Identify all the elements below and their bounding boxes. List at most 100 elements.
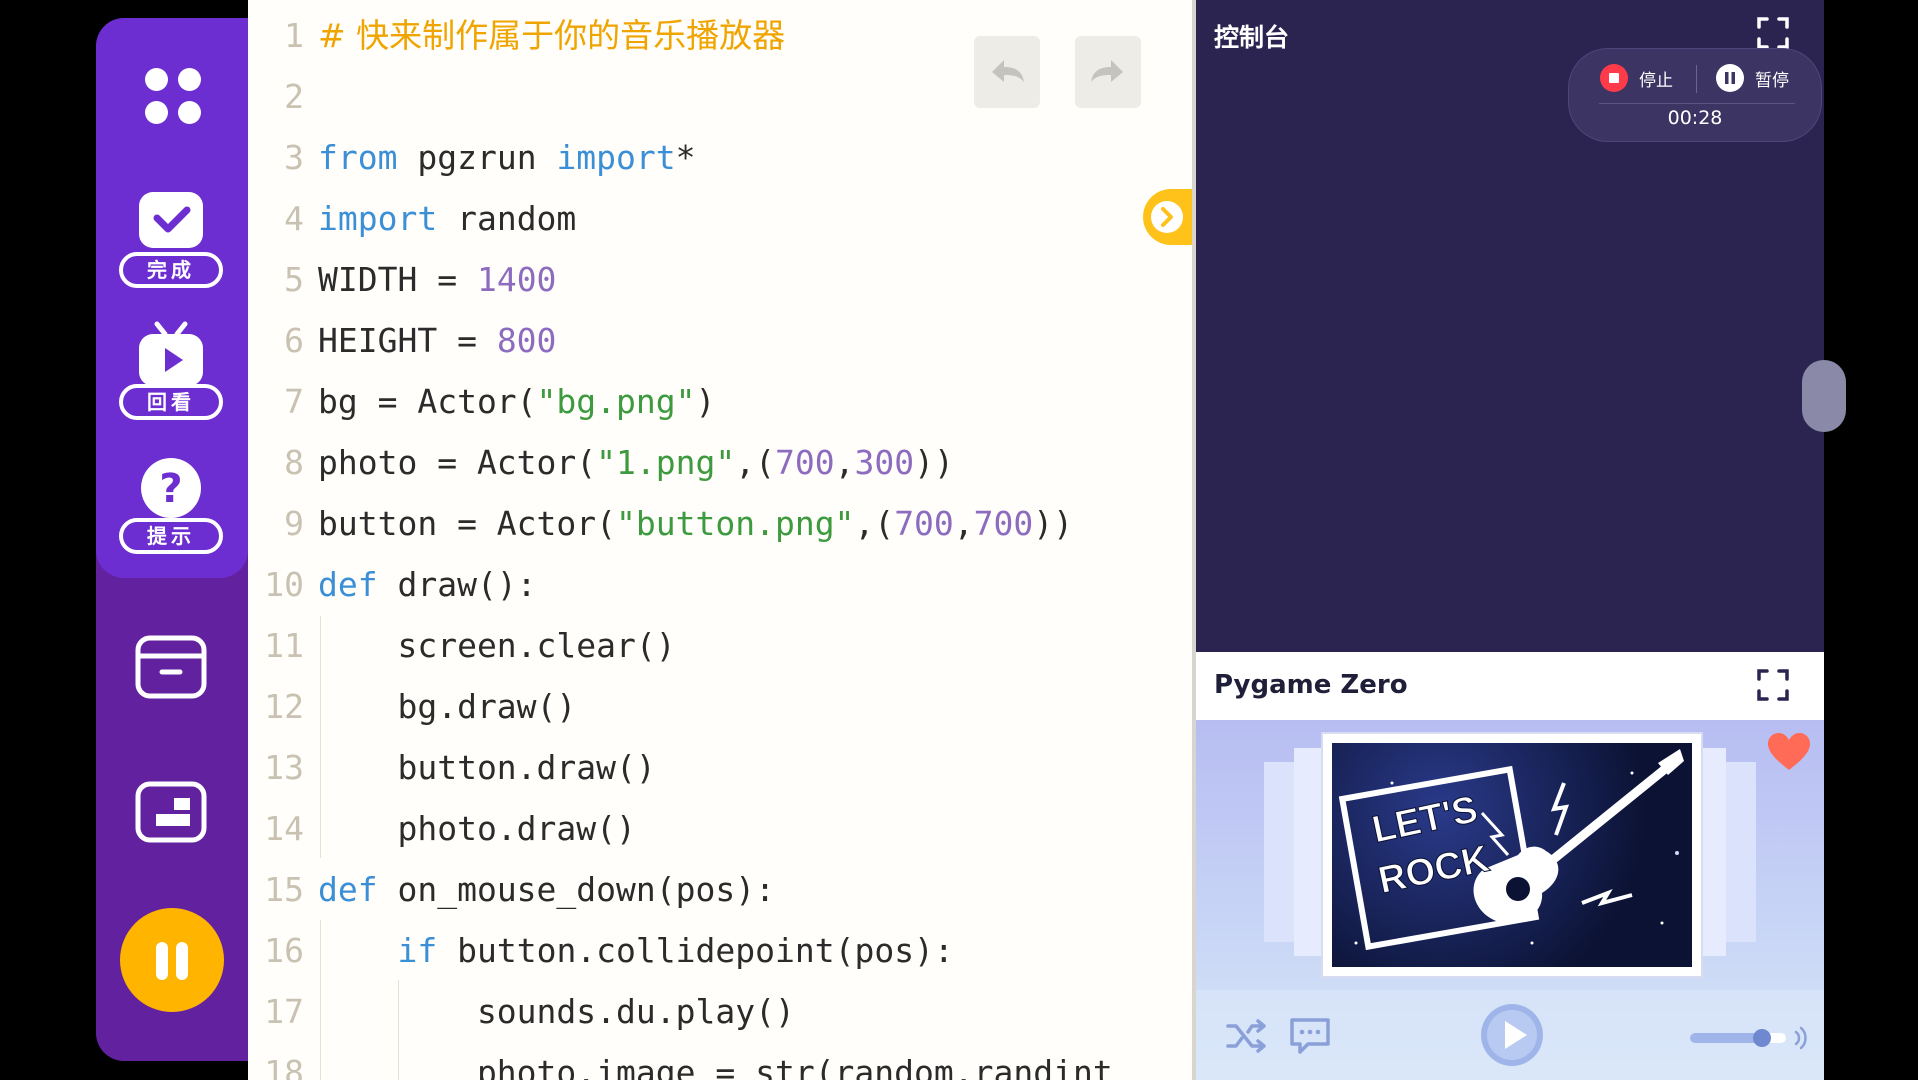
- code-line[interactable]: 14 photo.draw(): [248, 799, 1188, 859]
- play-icon[interactable]: [1479, 1002, 1545, 1068]
- code-line[interactable]: 5 WIDTH = 1400: [248, 250, 1188, 310]
- line-number: 6: [284, 321, 304, 360]
- pause-icon: [1716, 64, 1744, 92]
- complete-label: 完成: [119, 252, 223, 288]
- shuffle-icon[interactable]: [1224, 1016, 1268, 1056]
- box-icon[interactable]: [134, 632, 210, 702]
- collapse-editor-tab[interactable]: [1143, 189, 1193, 245]
- pause-button[interactable]: 暂停: [1715, 63, 1789, 93]
- code-line[interactable]: 17 sounds.du.play(): [248, 982, 1188, 1042]
- code-text: from pgzrun import*: [318, 138, 696, 177]
- line-number: 12: [264, 687, 304, 726]
- code-text: photo.draw(): [318, 809, 636, 848]
- code-line[interactable]: 18 photo.image = str(random.randint: [248, 1043, 1188, 1080]
- svg-text:?: ?: [159, 466, 182, 512]
- tv-play-icon: [139, 321, 203, 386]
- code-text: button = Actor("button.png",(700,700)): [318, 504, 1074, 543]
- left-sidebar: 完成 回看 ? 提示: [96, 18, 248, 1061]
- redo-icon: [1091, 60, 1123, 82]
- frame-decoration: [1294, 748, 1321, 956]
- console-panel: 控制台 停止 暂停 00:28: [1196, 0, 1846, 652]
- volume-icon[interactable]: [1792, 1026, 1812, 1050]
- code-line[interactable]: 10 def draw():: [248, 555, 1188, 615]
- replay-label: 回看: [119, 384, 223, 420]
- stop-label: 停止: [1639, 70, 1673, 91]
- code-line[interactable]: 6 HEIGHT = 800: [248, 311, 1188, 371]
- pause-label: 暂停: [1755, 70, 1789, 91]
- frame-decoration: [1264, 762, 1294, 942]
- code-text: screen.clear(): [318, 626, 676, 665]
- undo-icon: [992, 60, 1024, 82]
- album-guitar-art: [1338, 749, 1684, 951]
- line-number: 4: [284, 199, 304, 238]
- run-timer: 00:28: [1667, 107, 1723, 129]
- code-line[interactable]: 2: [248, 67, 1188, 127]
- line-number: 7: [284, 382, 304, 421]
- pygame-canvas[interactable]: LET'S ROCK: [1196, 720, 1824, 1080]
- fullscreen-icon[interactable]: [1756, 16, 1790, 50]
- line-number: 13: [264, 748, 304, 787]
- volume-fill: [1690, 1033, 1762, 1043]
- volume-knob[interactable]: [1753, 1029, 1771, 1047]
- code-line[interactable]: 7 bg = Actor("bg.png"): [248, 372, 1188, 432]
- frame-decoration: [1699, 748, 1726, 956]
- fullscreen-icon[interactable]: [1756, 668, 1790, 702]
- code-text: photo = Actor("1.png",(700,300)): [318, 443, 954, 482]
- code-text: import random: [318, 199, 577, 238]
- indent-guide: [320, 616, 321, 858]
- undo-button[interactable]: [974, 36, 1040, 108]
- line-number: 14: [264, 809, 304, 848]
- line-number: 9: [284, 504, 304, 543]
- hint-label: 提示: [119, 518, 223, 554]
- hint-button[interactable]: ? 提示: [119, 454, 223, 554]
- line-number: 1: [284, 16, 304, 55]
- line-number: 3: [284, 138, 304, 177]
- code-line[interactable]: 4 import random: [248, 189, 1188, 249]
- code-text: HEIGHT = 800: [318, 321, 557, 360]
- redo-button[interactable]: [1075, 36, 1141, 108]
- comment-icon[interactable]: [1288, 1016, 1332, 1056]
- indent-guide: [398, 980, 399, 1080]
- complete-button[interactable]: 完成: [119, 188, 223, 288]
- code-text: WIDTH = 1400: [318, 260, 557, 299]
- code-editor[interactable]: 1 # 快来制作属于你的音乐播放器 2 3 from pgzrun import* 4 im…: [248, 0, 1194, 1080]
- code-text: button.draw(): [318, 748, 656, 787]
- code-line[interactable]: 15 def on_mouse_down(pos):: [248, 860, 1188, 920]
- code-text: bg.draw(): [318, 687, 577, 726]
- code-line[interactable]: 8 photo = Actor("1.png",(700,300)): [248, 433, 1188, 493]
- side-handle[interactable]: [1802, 360, 1846, 432]
- menu-grid-icon[interactable]: [145, 68, 203, 126]
- line-number: 18: [264, 1053, 304, 1080]
- code-line[interactable]: 1 # 快来制作属于你的音乐播放器: [248, 6, 1188, 66]
- layout-icon[interactable]: [134, 778, 210, 848]
- line-number: 2: [284, 77, 304, 116]
- code-text: def draw():: [318, 565, 537, 604]
- heart-icon[interactable]: [1766, 732, 1812, 774]
- code-text: photo.image = str(random.randint: [318, 1053, 1113, 1080]
- chevron-right-icon: [1151, 201, 1183, 233]
- stop-icon: [1600, 64, 1628, 92]
- stop-button[interactable]: 停止: [1599, 63, 1673, 93]
- code-text: sounds.du.play(): [318, 992, 795, 1031]
- code-line[interactable]: 16 if button.collidepoint(pos):: [248, 921, 1188, 981]
- pause-run-button[interactable]: [120, 908, 224, 1012]
- code-text: # 快来制作属于你的音乐播放器: [318, 16, 786, 55]
- line-number: 15: [264, 870, 304, 909]
- console-title: 控制台: [1214, 23, 1290, 52]
- album-art: LET'S ROCK: [1332, 743, 1692, 967]
- code-line[interactable]: 3 from pgzrun import*: [248, 128, 1188, 188]
- run-control-pill: 停止 暂停 00:28: [1568, 48, 1822, 142]
- line-number: 5: [284, 260, 304, 299]
- code-line[interactable]: 12 bg.draw(): [248, 677, 1188, 737]
- volume-slider[interactable]: [1690, 1029, 1786, 1047]
- code-line[interactable]: 9 button = Actor("button.png",(700,700)): [248, 494, 1188, 554]
- pill-separator: [1599, 103, 1795, 104]
- replay-button[interactable]: 回看: [119, 320, 223, 420]
- code-text: def on_mouse_down(pos):: [318, 870, 775, 909]
- pygame-title: Pygame Zero: [1214, 670, 1408, 700]
- code-line[interactable]: 11 screen.clear(): [248, 616, 1188, 676]
- line-number: 11: [264, 626, 304, 665]
- check-icon: [139, 192, 203, 248]
- code-line[interactable]: 13 button.draw(): [248, 738, 1188, 798]
- pygame-header: Pygame Zero: [1196, 652, 1824, 720]
